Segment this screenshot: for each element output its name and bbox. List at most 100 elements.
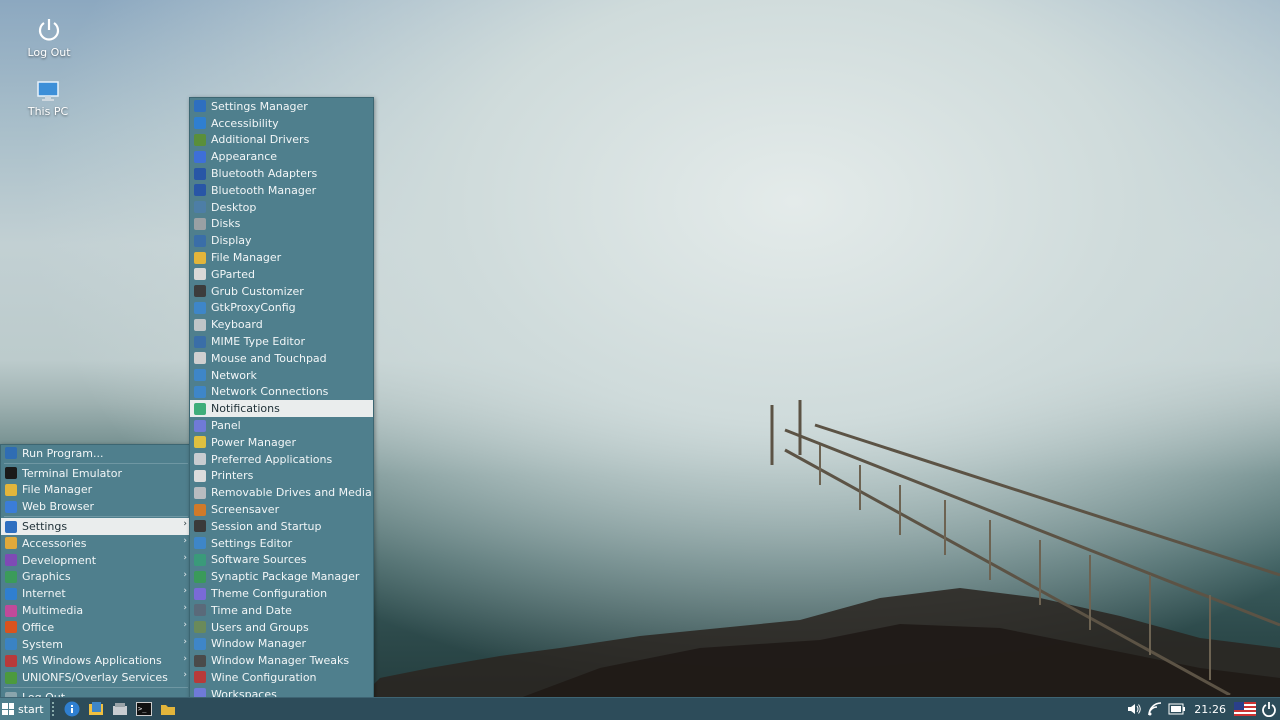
appearance-icon — [194, 150, 206, 163]
menu-item-desktop[interactable]: Desktop — [190, 199, 373, 216]
menu-item-label: Bluetooth Adapters — [211, 167, 318, 181]
menu-item-label: Office — [22, 620, 55, 634]
settings-manager-icon — [194, 100, 206, 113]
menu-item-additional-drivers[interactable]: Additional Drivers — [190, 132, 373, 149]
menu-item-file-manager[interactable]: File Manager — [1, 482, 191, 499]
start-button[interactable]: start — [0, 698, 50, 720]
panel-icon — [194, 419, 206, 432]
menu-item-removable-drives-and-media[interactable]: Removable Drives and Media — [190, 484, 373, 501]
menu-item-printers[interactable]: Printers — [190, 468, 373, 485]
menu-item-internet[interactable]: Internet › — [1, 585, 191, 602]
terminal-icon[interactable]: >_ — [135, 700, 153, 718]
menu-item-window-manager[interactable]: Window Manager — [190, 636, 373, 653]
menu-item-screensaver[interactable]: Screensaver — [190, 501, 373, 518]
menu-item-label: Settings Manager — [211, 99, 308, 113]
menu-item-grub-customizer[interactable]: Grub Customizer — [190, 283, 373, 300]
menu-item-web-browser[interactable]: Web Browser — [1, 498, 191, 515]
menu-item-run-program[interactable]: Run Program... — [1, 445, 191, 462]
menu-item-mouse-and-touchpad[interactable]: Mouse and Touchpad — [190, 350, 373, 367]
bluetooth-icon — [194, 184, 206, 197]
synaptic-icon — [194, 570, 206, 583]
info-icon[interactable] — [63, 700, 81, 718]
menu-item-display[interactable]: Display — [190, 232, 373, 249]
users-icon — [194, 621, 206, 634]
clock[interactable]: 21:26 — [1194, 703, 1226, 716]
menu-item-notifications[interactable]: Notifications — [190, 400, 373, 418]
us-flag-icon[interactable] — [1234, 702, 1256, 716]
menu-item-preferred-applications[interactable]: Preferred Applications — [190, 451, 373, 468]
drive-icon — [194, 486, 206, 499]
keyboard-icon — [194, 318, 206, 331]
menu-item-wine-configuration[interactable]: Wine Configuration — [190, 669, 373, 686]
chevron-right-icon: › — [183, 519, 187, 530]
menu-item-gtkproxyconfig[interactable]: GtkProxyConfig — [190, 300, 373, 317]
menu-item-file-manager[interactable]: File Manager — [190, 249, 373, 266]
menu-item-label: Accessibility — [211, 116, 279, 130]
menu-item-gparted[interactable]: GParted — [190, 266, 373, 283]
menu-item-label: Disks — [211, 217, 241, 231]
menu-item-office[interactable]: Office › — [1, 619, 191, 636]
taskbar: start >_ 21:26 — [0, 697, 1280, 720]
globe-icon — [5, 500, 17, 513]
menu-item-network[interactable]: Network — [190, 367, 373, 384]
menu-item-label: Users and Groups — [211, 620, 309, 634]
menu-item-label: Development — [22, 553, 97, 567]
menu-item-panel[interactable]: Panel — [190, 417, 373, 434]
menu-item-software-sources[interactable]: Software Sources — [190, 552, 373, 569]
menu-item-settings[interactable]: Settings › — [1, 518, 191, 535]
menu-item-multimedia[interactable]: Multimedia › — [1, 602, 191, 619]
printer-icon — [194, 469, 206, 482]
menu-item-unionfs-overlay-services[interactable]: UNIONFS/Overlay Services › — [1, 669, 191, 686]
menu-item-terminal-emulator[interactable]: Terminal Emulator — [1, 465, 191, 482]
menu-item-synaptic-package-manager[interactable]: Synaptic Package Manager — [190, 568, 373, 585]
files-icon[interactable] — [87, 700, 105, 718]
menu-item-time-and-date[interactable]: Time and Date — [190, 602, 373, 619]
run-icon — [5, 447, 17, 460]
menu-item-development[interactable]: Development › — [1, 552, 191, 569]
menu-item-bluetooth-adapters[interactable]: Bluetooth Adapters — [190, 165, 373, 182]
menu-item-label: Printers — [211, 469, 254, 483]
accessories-icon — [5, 537, 17, 550]
folder-icon[interactable] — [159, 700, 177, 718]
power-icon[interactable] — [1261, 701, 1277, 717]
menu-item-appearance[interactable]: Appearance — [190, 148, 373, 165]
menu-item-accessories[interactable]: Accessories › — [1, 535, 191, 552]
chevron-right-icon: › — [183, 670, 187, 681]
menu-item-label: Settings Editor — [211, 536, 293, 550]
internet-icon — [5, 587, 17, 600]
software-sources-icon — [194, 553, 206, 566]
menu-item-bluetooth-manager[interactable]: Bluetooth Manager — [190, 182, 373, 199]
menu-item-label: Appearance — [211, 150, 278, 164]
screensaver-icon — [194, 503, 206, 516]
menu-item-users-and-groups[interactable]: Users and Groups — [190, 619, 373, 636]
menu-item-label: System — [22, 637, 64, 651]
menu-item-theme-configuration[interactable]: Theme Configuration — [190, 585, 373, 602]
menu-item-window-manager-tweaks[interactable]: Window Manager Tweaks — [190, 652, 373, 669]
menu-item-disks[interactable]: Disks — [190, 216, 373, 233]
menu-item-settings-manager[interactable]: Settings Manager — [190, 98, 373, 115]
menu-item-label: Web Browser — [22, 500, 95, 514]
menu-item-accessibility[interactable]: Accessibility — [190, 115, 373, 132]
notifications-icon — [194, 402, 206, 415]
development-icon — [5, 554, 17, 567]
menu-item-label: Time and Date — [211, 603, 292, 617]
chevron-right-icon: › — [183, 586, 187, 597]
menu-item-label: Software Sources — [211, 553, 307, 567]
menu-item-system[interactable]: System › — [1, 636, 191, 653]
menu-item-power-manager[interactable]: Power Manager — [190, 434, 373, 451]
menu-item-keyboard[interactable]: Keyboard — [190, 316, 373, 333]
desktop-icon-this-pc[interactable]: This PC — [8, 80, 88, 118]
wifi-icon[interactable] — [1147, 701, 1163, 717]
desktop-icon — [194, 201, 206, 214]
menu-item-graphics[interactable]: Graphics › — [1, 569, 191, 586]
volume-icon[interactable] — [1126, 701, 1142, 717]
battery-icon[interactable] — [1168, 703, 1186, 715]
menu-item-session-and-startup[interactable]: Session and Startup — [190, 518, 373, 535]
desktop-icon-logout[interactable]: Log Out — [9, 17, 89, 59]
menu-item-network-connections[interactable]: Network Connections — [190, 384, 373, 401]
menu-item-ms-windows-applications[interactable]: MS Windows Applications › — [1, 653, 191, 670]
menu-item-label: Panel — [211, 419, 241, 433]
menu-item-settings-editor[interactable]: Settings Editor — [190, 535, 373, 552]
menu-item-mime-type-editor[interactable]: MIME Type Editor — [190, 333, 373, 350]
package-icon[interactable] — [111, 700, 129, 718]
